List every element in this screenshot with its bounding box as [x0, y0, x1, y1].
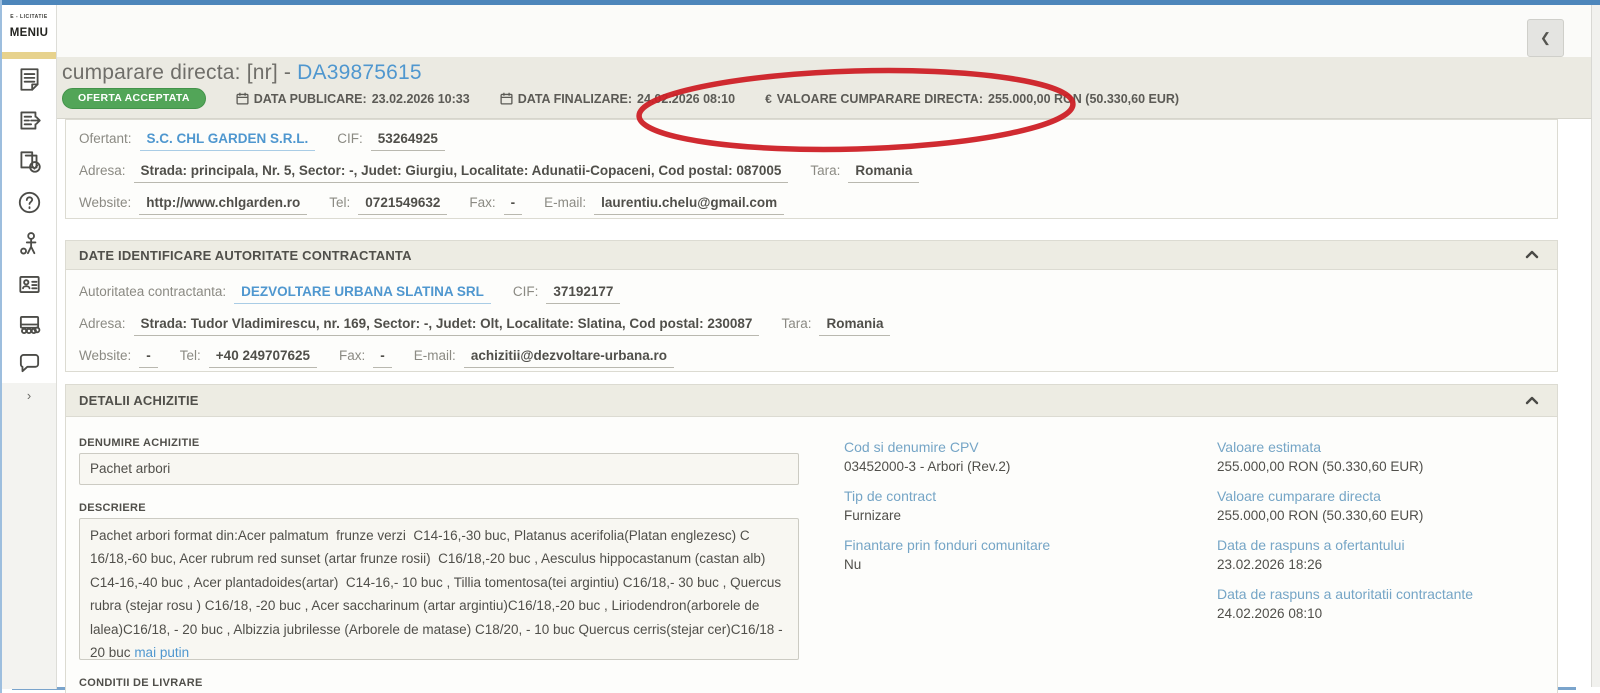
ofertant-adresa-row: Adresa: Strada: principala, Nr. 5, Secto…: [79, 161, 1544, 183]
ofertant-contact-row: Website: http://www.chlgarden.ro Tel: 07…: [79, 193, 1544, 215]
app-logo: E - LICITATIE: [2, 14, 56, 20]
autoritate-cif: 37192177: [546, 282, 620, 304]
chat-icon[interactable]: [16, 349, 43, 376]
autoritate-row: Autoritatea contractanta: DEZVOLTARE URB…: [79, 282, 1544, 304]
ofertant-website[interactable]: http://www.chlgarden.ro: [139, 193, 307, 215]
ofertant-email: laurentiu.chelu@gmail.com: [594, 193, 784, 215]
chevron-up-icon[interactable]: [1525, 392, 1539, 410]
ofertant-panel: Ofertant: S.C. CHL GARDEN S.R.L. CIF: 53…: [65, 119, 1558, 219]
sidebar-accent-bar: [2, 52, 56, 59]
autoritate-tel: +40 249707625: [209, 346, 317, 368]
raspuns-autoritate-pair: Data de raspuns a autoritatii contractan…: [1217, 585, 1577, 623]
valoare-estimata-pair: Valoare estimata 255.000,00 RON (50.330,…: [1217, 438, 1577, 476]
contact-card-icon[interactable]: [16, 271, 43, 298]
descriere-label: DESCRIERE: [79, 502, 146, 514]
page-title-prefix: cumparare directa: [nr] -: [62, 61, 291, 84]
finantare-pair: Finantare prin fonduri comunitare Nu: [844, 536, 1204, 574]
info-column-left: Cod si denumire CPV 03452000-3 - Arbori …: [844, 438, 1204, 585]
top-toolbar: [57, 5, 1591, 57]
printer-icon[interactable]: [16, 311, 43, 338]
user-icon[interactable]: [16, 230, 43, 257]
page-title: cumparare directa: [nr] - DA39875615: [62, 61, 422, 85]
valoare-cumparare-directa: € VALOARE CUMPARARE DIRECTA: 255.000,00 …: [765, 92, 1179, 106]
descriere-text: Pachet arbori format din:Acer palmatum f…: [90, 528, 786, 660]
autoritate-email: achizitii@dezvoltare-urbana.ro: [464, 346, 674, 368]
notice-number-link[interactable]: DA39875615: [297, 61, 422, 84]
sidebar: E - LICITATIE MENIU: [2, 5, 57, 383]
detalii-body: DENUMIRE ACHIZITIE Pachet arbori DESCRIE…: [66, 417, 1557, 693]
mai-putin-link[interactable]: mai putin: [134, 645, 189, 660]
menu-label[interactable]: MENIU: [2, 27, 56, 39]
ofertant-tara: Romania: [848, 161, 919, 183]
autoritate-adresa: Strada: Tudor Vladimirescu, nr. 169, Sec…: [134, 314, 760, 336]
header-meta-row: OFERTA ACCEPTATA DATA PUBLICARE: 23.02.2…: [62, 88, 1179, 109]
sidebar-lower: ›: [2, 383, 57, 689]
valoare-cumparare-pair: Valoare cumparare directa 255.000,00 RON…: [1217, 487, 1577, 525]
calendar-icon: [236, 92, 249, 105]
info-column-right: Valoare estimata 255.000,00 RON (50.330,…: [1217, 438, 1577, 634]
ofertant-row: Ofertant: S.C. CHL GARDEN S.R.L. CIF: 53…: [79, 129, 1544, 151]
list-export-icon[interactable]: [16, 107, 43, 134]
help-icon[interactable]: [16, 189, 43, 216]
chevron-left-icon: ❮: [1540, 30, 1551, 46]
ofertant-tel: 0721549632: [358, 193, 447, 215]
ofertant-cif: 53264925: [371, 129, 445, 151]
autoritate-adresa-row: Adresa: Strada: Tudor Vladimirescu, nr. …: [79, 314, 1544, 336]
tip-contract-pair: Tip de contract Furnizare: [844, 487, 1204, 525]
autoritate-contact-row: Website: - Tel: +40 249707625 Fax: - E-m…: [79, 346, 1544, 368]
autoritate-panel: DATE IDENTIFICARE AUTORITATE CONTRACTANT…: [65, 240, 1558, 372]
data-finalizare: DATA FINALIZARE: 24.02.2026 08:10: [500, 92, 735, 106]
right-scroll-rail[interactable]: [1591, 5, 1600, 687]
euro-icon: €: [765, 92, 772, 106]
status-badge: OFERTA ACCEPTATA: [62, 88, 206, 109]
detalii-panel-header[interactable]: DETALII ACHIZITIE: [66, 385, 1557, 417]
cpv-pair: Cod si denumire CPV 03452000-3 - Arbori …: [844, 438, 1204, 476]
calendar-icon: [500, 92, 513, 105]
raspuns-ofertant-pair: Data de raspuns a ofertantului 23.02.202…: [1217, 536, 1577, 574]
autoritate-website: -: [139, 346, 158, 368]
ofertant-fax: -: [504, 193, 523, 215]
denumire-label: DENUMIRE ACHIZITIE: [79, 437, 200, 449]
ofertant-name-link[interactable]: S.C. CHL GARDEN S.R.L.: [140, 129, 316, 151]
autoritate-panel-header[interactable]: DATE IDENTIFICARE AUTORITATE CONTRACTANT…: [66, 241, 1557, 270]
descriere-textarea[interactable]: Pachet arbori format din:Acer palmatum f…: [79, 518, 799, 660]
autoritate-name-link[interactable]: DEZVOLTARE URBANA SLATINA SRL: [234, 282, 491, 304]
denumire-input[interactable]: Pachet arbori: [79, 453, 799, 485]
folder-check-icon[interactable]: [16, 148, 43, 175]
conditii-livrare-label: CONDITII DE LIVRARE: [79, 677, 203, 689]
document-icon[interactable]: [16, 66, 43, 93]
collapse-panel-button[interactable]: ❮: [1527, 19, 1564, 57]
data-publicare: DATA PUBLICARE: 23.02.2026 10:33: [236, 92, 470, 106]
autoritate-tara: Romania: [819, 314, 890, 336]
ofertant-adresa: Strada: principala, Nr. 5, Sector: -, Ju…: [134, 161, 789, 183]
autoritate-fax: -: [373, 346, 392, 368]
sidebar-expand-button[interactable]: ›: [2, 388, 56, 403]
chevron-up-icon[interactable]: [1525, 246, 1539, 264]
detalii-panel: DETALII ACHIZITIE DENUMIRE ACHIZITIE Pac…: [65, 384, 1558, 693]
